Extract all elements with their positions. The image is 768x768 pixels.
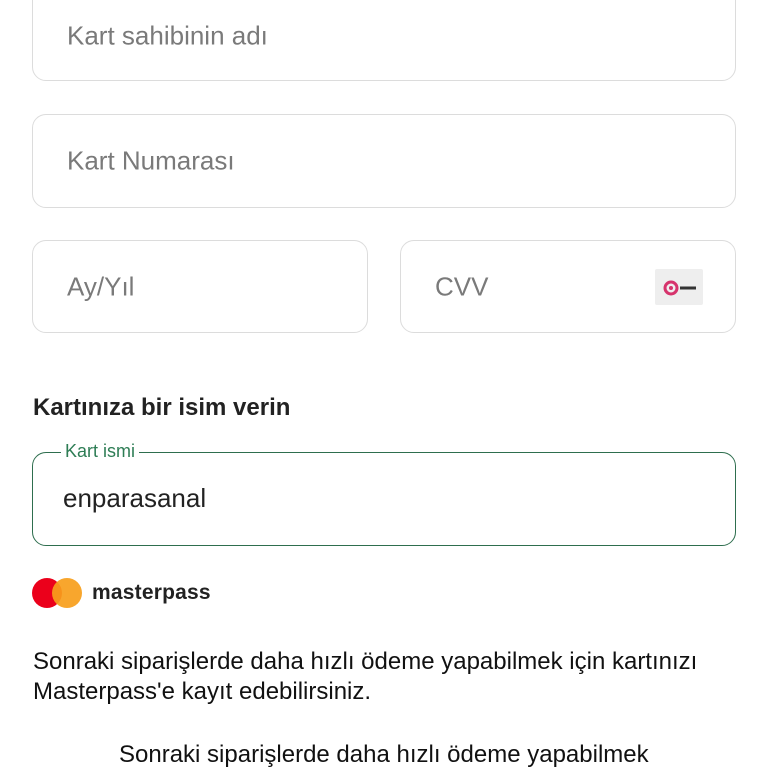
card-number-placeholder: Kart Numarası: [67, 145, 235, 176]
cardholder-name-placeholder: Kart sahibinin adı: [67, 20, 268, 51]
cardholder-name-field[interactable]: Kart sahibinin adı: [32, 0, 736, 81]
expiry-date-field[interactable]: Ay/Yıl: [32, 240, 368, 333]
card-nickname-value: enparasanal: [63, 483, 207, 513]
expiry-date-placeholder: Ay/Yıl: [67, 271, 135, 301]
masterpass-save-option-text[interactable]: Sonraki siparişlerde daha hızlı ödeme ya…: [119, 741, 649, 768]
masterpass-brand: masterpass: [32, 576, 211, 610]
masterpass-info-text: Sonraki siparişlerde daha hızlı ödeme ya…: [33, 648, 698, 705]
card-cvv-icon[interactable]: [655, 269, 703, 305]
cvv-field[interactable]: CVV: [400, 240, 736, 333]
card-nickname-label: Kart ismi: [61, 441, 140, 462]
card-number-field[interactable]: Kart Numarası: [32, 114, 736, 208]
mastercard-logo-icon: [32, 576, 84, 610]
cvv-placeholder: CVV: [435, 271, 489, 301]
card-name-section-title: Kartınıza bir isim verin: [33, 394, 291, 421]
card-nickname-field[interactable]: Kart ismi enparasanal: [32, 441, 736, 546]
masterpass-wordmark: masterpass: [92, 581, 211, 604]
payment-form-page: Kart sahibinin adı Kart Numarası Ay/Yıl …: [0, 0, 768, 768]
